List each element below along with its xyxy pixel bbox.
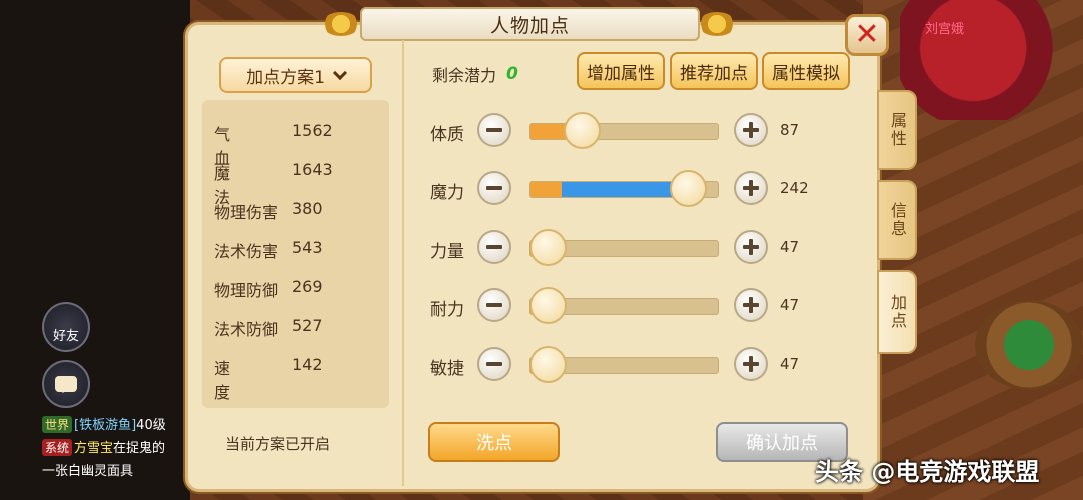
stat-value: 380 xyxy=(292,199,323,218)
remaining-label: 剩余潜力 xyxy=(432,66,497,85)
tab-label: 加点 xyxy=(888,294,907,330)
attribute-label: 敏捷 xyxy=(430,359,464,379)
plus-icon xyxy=(743,239,759,255)
slider-knob[interactable] xyxy=(529,229,567,266)
chat-line: 一张白幽灵面具 xyxy=(42,460,133,479)
attribute-label: 力量 xyxy=(430,242,464,262)
stat-row: 物理伤害 380 xyxy=(214,199,323,223)
increase-button[interactable] xyxy=(734,113,768,147)
chat-bubble-icon xyxy=(55,376,77,393)
chat-text: 在捉鬼的 xyxy=(113,441,166,456)
plus-icon xyxy=(743,356,759,372)
jade-table xyxy=(975,300,1083,390)
stat-name: 法术防御 xyxy=(214,320,279,339)
watermark: 头条 @电竞游戏联盟 xyxy=(815,458,1040,486)
decrease-button[interactable] xyxy=(477,113,511,147)
minus-icon xyxy=(486,362,502,366)
tab-add-points[interactable]: 加点 xyxy=(877,270,917,354)
tab-info[interactable]: 信息 xyxy=(877,180,917,260)
increase-button[interactable] xyxy=(734,230,768,264)
decrease-button[interactable] xyxy=(477,230,511,264)
attribute-value: 47 xyxy=(780,355,800,373)
stat-row: 法术伤害 543 xyxy=(214,238,323,262)
chat-sender[interactable]: 方雪宝 xyxy=(74,441,113,456)
attribute-value: 47 xyxy=(780,238,800,256)
minus-icon xyxy=(486,245,502,249)
attribute-value: 47 xyxy=(780,296,800,314)
minus-icon xyxy=(486,303,502,307)
increase-button[interactable] xyxy=(734,288,768,322)
friend-button[interactable]: 好友 xyxy=(42,302,90,352)
recommend-points-button[interactable]: 推荐加点 xyxy=(670,52,758,90)
decrease-button[interactable] xyxy=(477,171,511,205)
tab-label: 属性 xyxy=(888,112,907,148)
stat-value: 269 xyxy=(292,277,323,296)
simulate-attribute-button[interactable]: 属性模拟 xyxy=(762,52,850,90)
chat-text: 一张白幽灵面具 xyxy=(42,464,134,479)
close-x-icon: ✕ xyxy=(854,17,880,52)
increase-button[interactable] xyxy=(734,171,768,205)
stat-name: 法术伤害 xyxy=(214,242,279,261)
plus-icon xyxy=(743,180,759,196)
attribute-label: 魔力 xyxy=(430,183,464,203)
npc-name: 刘宫娥 xyxy=(925,22,965,37)
attribute-value: 87 xyxy=(780,121,800,139)
chevron-down-icon xyxy=(332,65,347,80)
slider-knob[interactable] xyxy=(529,287,567,324)
minus-icon xyxy=(486,128,502,132)
chat-line: 系统 方雪宝在捉鬼的 xyxy=(42,437,165,456)
attribute-row: 魔力 242 xyxy=(430,169,810,209)
increase-button[interactable] xyxy=(734,347,768,381)
minus-icon xyxy=(486,186,502,190)
attribute-slider-track[interactable] xyxy=(529,123,719,140)
attribute-row: 体质 87 xyxy=(430,111,810,151)
attribute-row: 敏捷 47 xyxy=(430,345,810,385)
attribute-row: 力量 47 xyxy=(430,228,810,268)
attribute-label: 耐力 xyxy=(430,300,464,320)
chat-line: 世界 [铁板游鱼]40级 xyxy=(42,414,166,433)
remaining-value: 0 xyxy=(506,64,518,84)
stat-name: 物理防御 xyxy=(214,281,279,300)
slider-base-fill xyxy=(530,182,563,197)
slider-knob[interactable] xyxy=(563,112,601,149)
chat-channel-tag: 系统 xyxy=(42,439,73,456)
plan-dropdown[interactable]: 加点方案1 xyxy=(219,57,372,93)
plus-icon xyxy=(743,122,759,138)
stat-value: 527 xyxy=(292,316,323,335)
plus-icon xyxy=(743,297,759,313)
tab-attributes[interactable]: 属性 xyxy=(877,90,917,170)
attribute-label: 体质 xyxy=(430,125,464,145)
current-plan-status: 当前方案已开启 xyxy=(225,435,331,453)
decrease-button[interactable] xyxy=(477,347,511,381)
stat-value: 543 xyxy=(292,238,323,257)
chat-button[interactable] xyxy=(42,360,90,408)
stat-row: 物理防御 269 xyxy=(214,277,323,301)
chat-sender[interactable]: [铁板游鱼] xyxy=(74,418,136,433)
slider-knob[interactable] xyxy=(529,346,567,383)
attribute-value: 242 xyxy=(780,179,809,197)
dialog-title: 人物加点 xyxy=(489,14,570,37)
stat-row: 法术防御 527 xyxy=(214,316,323,340)
stat-name: 物理伤害 xyxy=(214,203,279,222)
attribute-row: 耐力 47 xyxy=(430,286,810,326)
title-ornament-left xyxy=(322,12,360,36)
add-attribute-button[interactable]: 增加属性 xyxy=(577,52,665,90)
chat-channel-tag: 世界 xyxy=(42,416,73,433)
stat-row: 速度 142 xyxy=(214,355,323,403)
friend-label: 好友 xyxy=(52,328,79,344)
plan-dropdown-value: 加点方案1 xyxy=(246,67,325,88)
remaining-potential: 剩余潜力 0 xyxy=(432,62,518,86)
stat-name: 速度 xyxy=(214,359,255,402)
column-divider xyxy=(402,40,404,486)
decrease-button[interactable] xyxy=(477,288,511,322)
tab-label: 信息 xyxy=(888,202,907,238)
title-ornament-right xyxy=(698,12,736,36)
close-button[interactable]: ✕ xyxy=(845,14,889,56)
slider-knob[interactable] xyxy=(670,170,708,207)
wash-points-button[interactable]: 洗点 xyxy=(428,422,560,462)
dialog-title-bar: 人物加点 xyxy=(360,7,700,41)
stat-value: 142 xyxy=(292,355,323,374)
chat-text: 40级 xyxy=(136,418,166,433)
